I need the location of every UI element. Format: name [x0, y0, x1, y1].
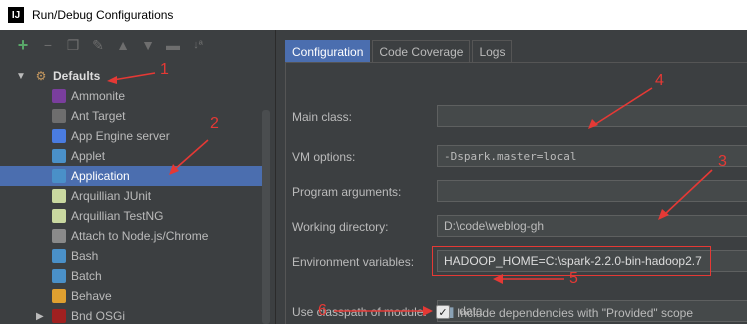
annotation-1: 1	[160, 61, 169, 78]
tree-item-label: App Engine server	[71, 129, 170, 143]
program-arguments-label: Program arguments:	[292, 185, 402, 199]
include-dependencies-checkbox[interactable]: ✓	[436, 305, 450, 319]
copy-icon[interactable]: ❐	[64, 36, 82, 54]
annotation-4: 4	[655, 72, 664, 89]
tree-item-label: Attach to Node.js/Chrome	[71, 229, 209, 243]
tree-root-label: Defaults	[53, 69, 101, 83]
main-class-field[interactable]	[437, 105, 747, 127]
annotation-3: 3	[718, 153, 727, 170]
tree-item-bash[interactable]: Bash	[0, 246, 262, 266]
program-arguments-field[interactable]	[437, 180, 747, 202]
bnd-icon	[52, 309, 66, 323]
tree-item-label: Bash	[71, 249, 99, 263]
tree-item-label: Applet	[71, 149, 106, 163]
vm-options-field[interactable]: -Dspark.master=local	[437, 145, 747, 167]
behave-icon	[52, 289, 66, 303]
tree-item-label: Bnd OSGi	[71, 309, 126, 323]
include-dependencies-label: Include dependencies with "Provided" sco…	[457, 306, 694, 320]
nodejs-icon	[52, 229, 66, 243]
main-class-label: Main class:	[292, 110, 353, 124]
defaults-icon: ⚙	[35, 69, 47, 83]
ammonite-icon	[52, 89, 66, 103]
bash-icon	[52, 249, 66, 263]
move-down-icon[interactable]: ▼	[139, 36, 157, 54]
config-tree-panel: + − ❐ ✎ ▲ ▼ ▬ ↓ª ▼ ⚙ Defaults Ammonite An…	[0, 30, 276, 324]
title-bar: IJ Run/Debug Configurations	[0, 0, 747, 30]
arquillian-icon	[52, 209, 66, 223]
tree-item-label: Application	[71, 169, 130, 183]
wrench-icon[interactable]: ✎	[89, 36, 107, 54]
tree-item-application[interactable]: Application	[0, 166, 262, 186]
tree-root-defaults[interactable]: ▼ ⚙ Defaults	[0, 66, 262, 86]
tree-item-label: Behave	[71, 289, 112, 303]
config-tree: ▼ ⚙ Defaults Ammonite Ant Target App Engin…	[0, 66, 262, 324]
tree-item-app-engine-server[interactable]: App Engine server	[0, 126, 262, 146]
application-icon	[52, 169, 66, 183]
tree-item-behave[interactable]: Behave	[0, 286, 262, 306]
tree-item-label: Arquillian TestNG	[71, 209, 164, 223]
vm-options-label: VM options:	[292, 150, 356, 164]
tab-bar: Configuration Code Coverage Logs	[285, 40, 514, 62]
tab-code-coverage[interactable]: Code Coverage	[372, 40, 471, 62]
remove-icon[interactable]: −	[39, 36, 57, 54]
chevron-right-icon[interactable]: ▶	[36, 311, 52, 322]
applet-icon	[52, 149, 66, 163]
intellij-icon: IJ	[8, 7, 24, 23]
classpath-module-label: Use classpath of module:	[292, 305, 427, 319]
tree-item-arquillian-junit[interactable]: Arquillian JUnit	[0, 186, 262, 206]
annotation-5: 5	[569, 270, 578, 287]
tab-logs[interactable]: Logs	[472, 40, 513, 62]
tab-configuration[interactable]: Configuration	[285, 40, 371, 62]
folder-icon[interactable]: ▬	[164, 36, 182, 54]
tree-item-bnd-osgi[interactable]: ▶ Bnd OSGi	[0, 306, 262, 324]
sort-icon[interactable]: ↓ª	[189, 36, 207, 54]
appengine-icon	[52, 129, 66, 143]
tree-item-applet[interactable]: Applet	[0, 146, 262, 166]
batch-icon	[52, 269, 66, 283]
tree-toolbar: + − ❐ ✎ ▲ ▼ ▬ ↓ª	[0, 30, 275, 60]
tree-item-label: Batch	[71, 269, 102, 283]
configuration-panel: Main class: VM options: -Dspark.master=l…	[285, 62, 747, 324]
window-title: Run/Debug Configurations	[32, 8, 174, 22]
ant-icon	[52, 109, 66, 123]
tree-item-ammonite[interactable]: Ammonite	[0, 86, 262, 106]
config-editor: Configuration Code Coverage Logs Main cl…	[277, 30, 747, 324]
chevron-down-icon[interactable]: ▼	[16, 71, 28, 82]
tree-item-arquillian-testng[interactable]: Arquillian TestNG	[0, 206, 262, 226]
tree-item-label: Arquillian JUnit	[71, 189, 152, 203]
working-directory-field[interactable]: D:\code\weblog-gh	[437, 215, 747, 237]
annotation-6: 6	[318, 302, 327, 319]
add-icon[interactable]: +	[14, 35, 32, 55]
tree-item-label: Ammonite	[71, 89, 126, 103]
move-up-icon[interactable]: ▲	[114, 36, 132, 54]
tree-item-attach-to-node-js-chrome[interactable]: Attach to Node.js/Chrome	[0, 226, 262, 246]
tree-item-batch[interactable]: Batch	[0, 266, 262, 286]
tree-item-ant-target[interactable]: Ant Target	[0, 106, 262, 126]
arquillian-icon	[52, 189, 66, 203]
tree-scrollbar[interactable]	[262, 110, 270, 324]
tree-item-label: Ant Target	[71, 109, 126, 123]
annotation-2: 2	[210, 115, 219, 132]
environment-variables-label: Environment variables:	[292, 255, 415, 269]
working-directory-label: Working directory:	[292, 220, 389, 234]
